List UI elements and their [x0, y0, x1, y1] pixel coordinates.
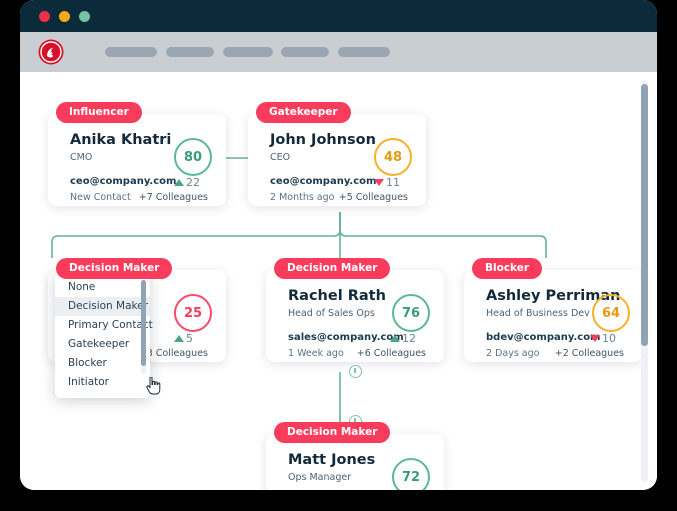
- trend-up-icon: [174, 179, 184, 186]
- card-score-delta: 10: [590, 332, 616, 345]
- card-role: CMO: [70, 152, 93, 163]
- card-last-contact: 1 Week ago: [288, 348, 344, 359]
- card-name: Matt Jones: [288, 452, 376, 468]
- card-tag-blocker[interactable]: Blocker: [472, 258, 543, 279]
- card-email: bdev@company.com: [486, 332, 601, 343]
- card-role: Head of Sales Ops: [288, 308, 375, 319]
- card-score-ring: 80: [174, 138, 212, 176]
- app-toolbar: [20, 32, 657, 72]
- mouse-cursor-icon: [146, 377, 161, 395]
- trend-up-icon: [390, 335, 400, 342]
- card-tag-decision-maker-open[interactable]: Decision Maker: [56, 258, 173, 279]
- card-colleagues: +5 Colleagues: [338, 192, 408, 203]
- card-score-ring: 76: [392, 294, 430, 332]
- contact-card-rachel-rath[interactable]: Rachel Rath Head of Sales Ops sales@comp…: [266, 270, 444, 362]
- nav-placeholder-1[interactable]: [105, 47, 157, 57]
- dropdown-option-gatekeeper[interactable]: Gatekeeper: [55, 335, 150, 354]
- card-last-contact: 2 Days ago: [486, 348, 540, 359]
- card-score-delta: 12: [390, 332, 416, 345]
- card-score-ring: 25: [174, 294, 212, 332]
- expand-toggle-rachel[interactable]: [349, 365, 362, 378]
- role-dropdown-menu[interactable]: None Decision Maker Primary Contact Gate…: [55, 272, 153, 398]
- app-window: Anika Khatri CMO ceo@company.com New Con…: [20, 0, 657, 490]
- dropdown-option-none[interactable]: None: [55, 278, 150, 297]
- card-score-delta: 22: [174, 176, 200, 189]
- close-window-button[interactable]: [39, 11, 50, 22]
- trend-down-icon: [374, 179, 384, 186]
- card-tag-influencer[interactable]: Influencer: [56, 102, 142, 123]
- dropdown-option-primary-contact[interactable]: Primary Contact: [55, 316, 153, 335]
- card-score-ring: 48: [374, 138, 412, 176]
- minimize-window-button[interactable]: [59, 11, 70, 22]
- org-chart-canvas: Anika Khatri CMO ceo@company.com New Con…: [20, 72, 657, 490]
- card-colleagues: +7 Colleagues: [138, 192, 208, 203]
- card-score-delta: 11: [374, 176, 400, 189]
- card-email: ceo@company.com: [270, 176, 377, 187]
- card-tag-decision-maker-rachel[interactable]: Decision Maker: [274, 258, 391, 279]
- contact-card-john-johnson[interactable]: John Johnson CEO ceo@company.com 2 Month…: [248, 114, 426, 206]
- nav-placeholder-4[interactable]: [281, 47, 329, 57]
- card-role: Head of Business Dev: [486, 308, 590, 319]
- dropdown-scrollbar-thumb[interactable]: [141, 280, 146, 366]
- card-role: CEO: [270, 152, 291, 163]
- window-titlebar: [20, 0, 657, 32]
- card-tag-decision-maker-matt[interactable]: Decision Maker: [274, 422, 391, 443]
- contact-card-anika-khatri[interactable]: Anika Khatri CMO ceo@company.com New Con…: [48, 114, 226, 206]
- trend-down-icon: [590, 335, 600, 342]
- dropdown-option-blocker[interactable]: Blocker: [55, 354, 150, 373]
- card-name: John Johnson: [270, 132, 376, 148]
- card-email: ceo@company.com: [70, 176, 177, 187]
- card-colleagues: +6 Colleagues: [356, 348, 426, 359]
- card-tag-gatekeeper[interactable]: Gatekeeper: [256, 102, 351, 123]
- nav-placeholder-2[interactable]: [166, 47, 214, 57]
- card-last-contact: 2 Months ago: [270, 192, 335, 203]
- canvas-scrollbar-thumb[interactable]: [641, 84, 648, 346]
- nav-placeholder-3[interactable]: [223, 47, 273, 57]
- falcon-logo-icon[interactable]: [38, 39, 64, 65]
- card-email: sales@company.com: [288, 332, 404, 343]
- card-role: Ops Manager: [288, 472, 352, 483]
- dropdown-option-decision-maker[interactable]: Decision Maker: [55, 297, 150, 316]
- nav-placeholder-5[interactable]: [338, 47, 390, 57]
- dropdown-option-initiator[interactable]: Initiator: [55, 373, 150, 392]
- card-name: Anika Khatri: [70, 132, 172, 148]
- maximize-window-button[interactable]: [79, 11, 90, 22]
- card-score-delta: 5: [174, 332, 193, 345]
- card-score-ring: 72: [392, 458, 430, 490]
- contact-card-ashley-perriman[interactable]: Ashley Perriman Head of Business Dev bde…: [464, 270, 642, 362]
- card-last-contact: New Contact: [70, 192, 131, 203]
- card-score-ring: 64: [592, 294, 630, 332]
- trend-up-icon: [174, 335, 184, 342]
- card-colleagues: +2 Colleagues: [554, 348, 624, 359]
- card-name: Rachel Rath: [288, 288, 386, 304]
